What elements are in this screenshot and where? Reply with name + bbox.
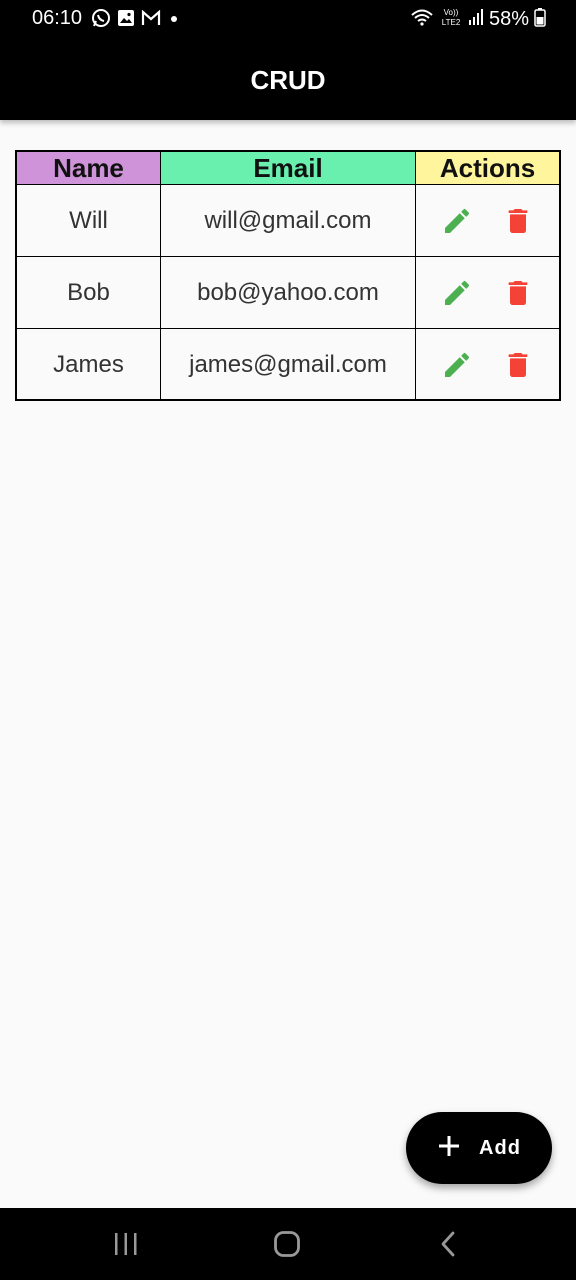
app-bar: CRUD — [0, 38, 576, 120]
back-icon[interactable] — [423, 1226, 473, 1262]
plus-icon — [437, 1134, 461, 1163]
cell-actions — [416, 329, 559, 401]
gallery-icon — [117, 9, 135, 27]
whatsapp-icon — [91, 8, 111, 28]
home-icon[interactable] — [262, 1226, 312, 1262]
cell-name: Bob — [17, 257, 161, 329]
add-button-label: Add — [479, 1136, 521, 1159]
volte-icon: Vo)) LTE2 — [439, 7, 463, 32]
notification-icons — [91, 8, 181, 28]
delete-trash-icon[interactable] — [498, 273, 538, 313]
svg-text:Vo)): Vo)) — [444, 8, 459, 17]
edit-pencil-icon[interactable] — [437, 273, 477, 313]
app-title: CRUD — [250, 65, 326, 95]
recent-apps-icon[interactable] — [101, 1226, 151, 1262]
header-actions: Actions — [416, 152, 559, 185]
battery-percent: 58% — [488, 8, 529, 30]
edit-pencil-icon[interactable] — [437, 201, 477, 241]
users-table: Name Email Actions Will will@gmail.com B… — [15, 150, 561, 401]
cell-email: james@gmail.com — [161, 329, 416, 401]
status-bar: 06:10 Vo)) LTE2 58% — [0, 0, 576, 38]
header-name: Name — [17, 152, 161, 185]
gmail-icon — [141, 10, 161, 26]
cell-actions — [416, 185, 559, 257]
system-status-icons: Vo)) LTE2 58% — [410, 7, 546, 32]
notification-dot-icon — [167, 11, 181, 25]
delete-trash-icon[interactable] — [498, 345, 538, 385]
battery-icon — [534, 7, 546, 32]
cell-name: James — [17, 329, 161, 401]
add-button[interactable]: Add — [406, 1112, 552, 1184]
svg-text:LTE2: LTE2 — [442, 18, 461, 27]
status-time: 06:10 — [32, 7, 83, 29]
wifi-icon — [410, 8, 434, 31]
cell-name: Will — [17, 185, 161, 257]
cell-email: bob@yahoo.com — [161, 257, 416, 329]
header-email: Email — [161, 152, 416, 185]
signal-icon — [468, 8, 484, 31]
delete-trash-icon[interactable] — [498, 201, 538, 241]
cell-email: will@gmail.com — [161, 185, 416, 257]
edit-pencil-icon[interactable] — [437, 345, 477, 385]
cell-actions — [416, 257, 559, 329]
navigation-bar — [0, 1208, 576, 1280]
